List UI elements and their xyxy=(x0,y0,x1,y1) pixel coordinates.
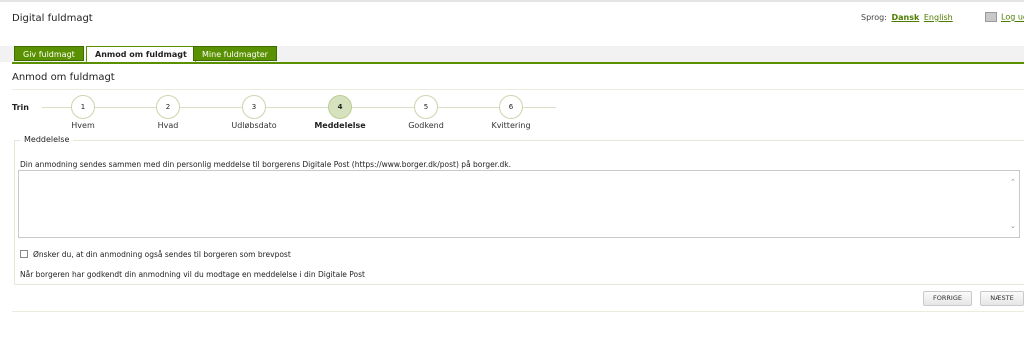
brevpost-checkbox-label[interactable]: Ønsker du, at din anmodning også sendes … xyxy=(33,250,291,259)
step-6-circle: 6 xyxy=(499,95,523,119)
logout-label: Log ud xyxy=(1001,12,1024,22)
language-english-link[interactable]: English xyxy=(924,13,953,22)
divider xyxy=(12,311,1024,312)
step-6-label: Kvittering xyxy=(491,121,531,130)
tab-mine-fuldmagter[interactable]: Mine fuldmagter xyxy=(193,46,277,61)
language-label: Sprog: xyxy=(861,13,887,22)
step-5-circle: 5 xyxy=(414,95,438,119)
step-2-label: Hvad xyxy=(157,121,179,130)
divider xyxy=(12,89,1024,90)
step-3-circle: 3 xyxy=(242,95,266,119)
language-dansk-link[interactable]: Dansk xyxy=(891,13,919,22)
next-button[interactable]: NÆSTE xyxy=(980,291,1024,306)
language-selector: Sprog: Dansk English xyxy=(861,13,953,22)
tab-anmod-om-fuldmagt[interactable]: Anmod om fuldmagt xyxy=(86,46,196,63)
message-info-text: Din anmodning sendes sammen med din pers… xyxy=(20,160,511,169)
step-1-circle: 1 xyxy=(71,95,95,119)
tab-giv-fuldmagt[interactable]: Giv fuldmagt xyxy=(14,46,84,61)
app-title: Digital fuldmagt xyxy=(12,13,93,24)
brevpost-checkbox[interactable] xyxy=(20,250,28,258)
printer-icon xyxy=(985,12,997,22)
approval-note: Når borgeren har godkendt din anmodning … xyxy=(20,270,365,279)
scroll-down-icon[interactable]: ⌄ xyxy=(1010,222,1016,230)
page-title: Anmod om fuldmagt xyxy=(12,72,115,83)
top-border xyxy=(0,0,1024,2)
message-legend: Meddelelse xyxy=(20,135,74,144)
step-3-label: Udløbsdato xyxy=(231,121,277,130)
message-textarea[interactable] xyxy=(18,170,1020,238)
tab-underline xyxy=(12,62,1024,64)
wizard-track xyxy=(42,107,556,108)
step-2-circle: 2 xyxy=(156,95,180,119)
previous-button[interactable]: FORRIGE xyxy=(923,291,972,306)
step-5-label: Godkend xyxy=(408,121,444,130)
step-4-label: Meddelelse xyxy=(314,121,366,130)
logout-link[interactable]: Log ud xyxy=(985,12,1024,22)
step-1-label: Hvem xyxy=(71,121,95,130)
wizard-label: Trin xyxy=(12,103,29,112)
scroll-up-icon[interactable]: ⌃ xyxy=(1010,178,1016,186)
step-4-circle: 4 xyxy=(328,95,352,119)
